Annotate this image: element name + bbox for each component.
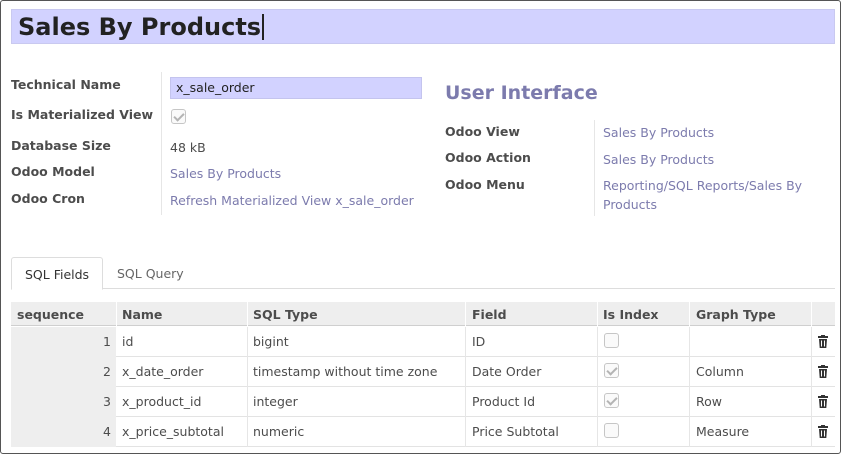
cell-divider [465,357,466,387]
cell-divider [811,387,812,417]
materialized-view-checkbox[interactable] [171,109,186,124]
materialized-view-label: Is Materialized View [11,107,154,122]
column-header-field[interactable]: Field [472,307,507,322]
column-divider [116,302,117,326]
cell-divider [465,417,466,447]
notebook-tabs: SQL Fields SQL Query [11,257,835,290]
row-sequence: 4 [103,424,111,439]
cell-divider [247,387,248,417]
column-header-is-index[interactable]: Is Index [603,307,658,322]
row-sequence: 3 [103,394,111,409]
trash-icon[interactable] [818,335,828,348]
cell-divider [811,417,812,447]
column-header-sequence[interactable]: sequence [17,307,84,322]
tab-sql-fields[interactable]: SQL Fields [11,257,104,290]
odoo-cron-label: Odoo Cron [11,191,85,206]
odoo-model-link[interactable]: Sales By Products [170,164,281,183]
cell-divider [811,357,812,387]
odoo-menu-link-line1: Reporting/SQL Reports/Sales By [603,178,803,193]
table-header: sequence Name SQL Type Field Is Index Gr… [11,302,835,326]
tab-sql-query[interactable]: SQL Query [104,257,197,289]
cell-divider [689,357,690,387]
trash-icon[interactable] [818,395,828,408]
cell-divider [247,417,248,447]
column-divider [465,302,466,326]
row-sequence: 2 [103,364,111,379]
cell-divider [247,357,248,387]
column-divider [247,302,248,326]
database-size-label: Database Size [11,138,111,153]
odoo-view-label: Odoo View [445,124,520,139]
cell-divider [689,387,690,417]
row-sql-type: numeric [253,424,305,439]
cell-divider [689,417,690,447]
table-row[interactable]: 3 x_product_id integer Product Id Row [11,387,835,417]
cell-divider [247,327,248,357]
column-header-graph-type[interactable]: Graph Type [696,307,776,322]
odoo-cron-link[interactable]: Refresh Materialized View x_sale_order [170,191,414,210]
left-column-separator [161,72,162,215]
cell-divider [811,327,812,357]
row-field: Price Subtotal [472,424,559,439]
odoo-view-link[interactable]: Sales By Products [603,123,714,142]
table-row[interactable]: 1 id bigint ID [11,327,835,357]
row-is-index-checkbox[interactable] [604,333,619,348]
row-is-index-checkbox[interactable] [604,363,619,378]
cell-divider [597,387,598,417]
cell-divider [597,327,598,357]
row-field: Product Id [472,394,536,409]
cell-divider [465,387,466,417]
right-column-separator [594,120,595,216]
title-text: Sales By Products [18,13,262,41]
row-graph-type: Row [696,394,722,409]
odoo-menu-label: Odoo Menu [445,177,525,192]
technical-name-label: Technical Name [11,77,121,92]
row-is-index-checkbox[interactable] [604,393,619,408]
cell-divider [689,327,690,357]
row-is-index-checkbox[interactable] [604,423,619,438]
cell-divider [465,327,466,357]
cell-divider [597,417,598,447]
odoo-action-link[interactable]: Sales By Products [603,150,714,169]
row-field: ID [472,334,486,349]
odoo-menu-link[interactable]: Reporting/SQL Reports/Sales By Products [603,176,802,214]
table-row[interactable]: 4 x_price_subtotal numeric Price Subtota… [11,417,835,447]
odoo-action-label: Odoo Action [445,150,531,165]
table-row[interactable]: 2 x_date_order timestamp without time zo… [11,357,835,387]
trash-icon[interactable] [818,425,828,438]
text-caret [262,14,265,40]
column-header-name[interactable]: Name [122,307,162,322]
column-header-sql-type[interactable]: SQL Type [253,307,318,322]
row-field: Date Order [472,364,542,379]
user-interface-heading: User Interface [445,82,598,104]
column-divider [811,302,812,326]
title-input[interactable]: Sales By Products [11,9,835,44]
technical-name-input[interactable]: x_sale_order [170,77,422,99]
row-name: id [122,334,134,349]
row-sql-type: integer [253,394,298,409]
row-name: x_date_order [122,364,204,379]
database-size-value: 48 kB [170,140,206,155]
row-graph-type: Column [696,364,744,379]
column-divider [597,302,598,326]
trash-icon[interactable] [818,365,828,378]
row-sql-type: bigint [253,334,289,349]
column-divider [689,302,690,326]
odoo-menu-link-line2: Products [603,197,657,212]
row-graph-type: Measure [696,424,750,439]
odoo-model-label: Odoo Model [11,164,95,179]
row-sql-type: timestamp without time zone [253,364,438,379]
row-sequence: 1 [103,334,111,349]
row-name: x_product_id [122,394,202,409]
cell-divider [597,357,598,387]
row-name: x_price_subtotal [122,424,224,439]
